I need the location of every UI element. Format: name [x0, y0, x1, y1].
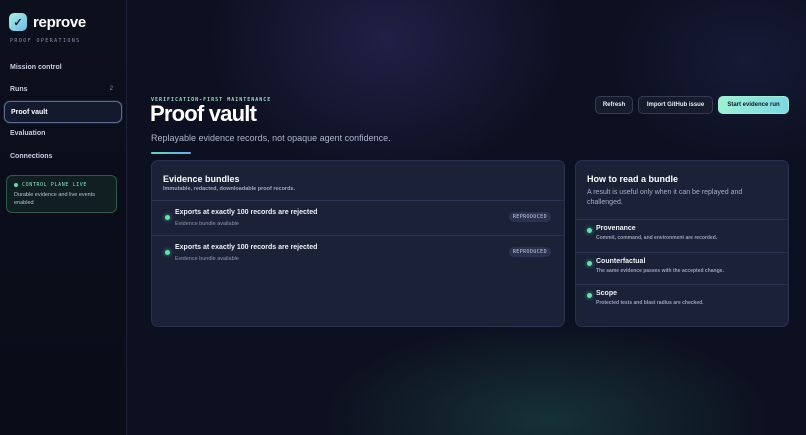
status-title: CONTROL PLANE LIVE	[22, 182, 87, 188]
evidence-row[interactable]: Exports at exactly 100 records are rejec…	[152, 200, 564, 235]
check-icon: ✓	[9, 13, 27, 31]
start-evidence-run-button[interactable]: Start evidence run	[718, 96, 789, 114]
control-plane-status: CONTROL PLANE LIVE Durable evidence and …	[6, 175, 117, 213]
sidebar-item-label: Runs	[10, 85, 28, 93]
guide-item-subtitle: Protected tests and blast radius are che…	[596, 300, 704, 306]
runs-count-badge: 2	[109, 86, 113, 92]
status-dot-icon	[587, 293, 592, 298]
brand[interactable]: ✓ reprove	[9, 13, 86, 31]
evidence-subtitle: Evidence bundle available	[175, 221, 239, 227]
guide-item-title: Scope	[596, 290, 618, 297]
title-underline	[151, 152, 191, 154]
sidebar-item-mission-control[interactable]: Mission control	[4, 56, 122, 78]
status-title-row: CONTROL PLANE LIVE	[14, 182, 109, 188]
sidebar-item-label: Proof vault	[11, 108, 48, 116]
guide-item-scope: Scope Protected tests and blast radius a…	[576, 284, 788, 317]
status-dot-icon	[587, 228, 592, 233]
brand-subtitle: PROOF OPERATIONS	[10, 38, 81, 44]
sidebar-item-label: Evaluation	[10, 129, 46, 137]
sidebar: ✓ reprove PROOF OPERATIONS Mission contr…	[0, 0, 127, 435]
sidebar-item-proof-vault[interactable]: Proof vault	[4, 101, 122, 123]
guide-item-subtitle: The same evidence passes with the accept…	[596, 268, 724, 274]
reproduced-badge: REPRODUCED	[508, 212, 551, 222]
page-subtitle: Replayable evidence records, not opaque …	[151, 133, 391, 143]
guide-item-subtitle: Commit, command, and environment are rec…	[596, 235, 718, 241]
evidence-row[interactable]: Exports at exactly 100 records are rejec…	[152, 235, 564, 270]
sidebar-item-label: Connections	[10, 152, 53, 160]
import-github-issue-button[interactable]: Import GitHub issue	[638, 96, 713, 114]
refresh-button[interactable]: Refresh	[595, 96, 633, 114]
status-dot-icon	[587, 261, 592, 266]
guide-item-counterfactual: Counterfactual The same evidence passes …	[576, 252, 788, 285]
status-dot-icon	[165, 250, 170, 255]
evidence-title: Exports at exactly 100 records are rejec…	[175, 244, 318, 251]
guide-panel-title: How to read a bundle	[587, 174, 679, 184]
evidence-panel-title: Evidence bundles	[163, 174, 240, 184]
reproduced-badge: REPRODUCED	[508, 247, 551, 257]
brand-name: reprove	[33, 13, 86, 31]
sidebar-item-label: Mission control	[10, 63, 62, 71]
evidence-title: Exports at exactly 100 records are rejec…	[175, 209, 318, 216]
page-title: Proof vault	[150, 101, 257, 126]
guide-item-provenance: Provenance Commit, command, and environm…	[576, 219, 788, 252]
evidence-panel-subtitle: Immutable, redacted, downloadable proof …	[163, 186, 296, 192]
guide-item-title: Counterfactual	[596, 258, 646, 265]
evidence-bundles-panel: Evidence bundles Immutable, redacted, do…	[151, 160, 565, 327]
status-text: Durable evidence and live events enabled	[14, 192, 96, 206]
how-to-read-panel: How to read a bundle A result is useful …	[575, 160, 789, 327]
status-dot-icon	[165, 215, 170, 220]
sidebar-item-evaluation[interactable]: Evaluation	[4, 122, 122, 144]
evidence-subtitle: Evidence bundle available	[175, 256, 239, 262]
sidebar-item-runs[interactable]: Runs 2	[4, 78, 122, 100]
guide-item-title: Provenance	[596, 225, 636, 232]
sidebar-item-connections[interactable]: Connections	[4, 145, 122, 167]
guide-intro: A result is useful only when it can be r…	[587, 189, 743, 206]
status-dot-icon	[14, 183, 18, 187]
